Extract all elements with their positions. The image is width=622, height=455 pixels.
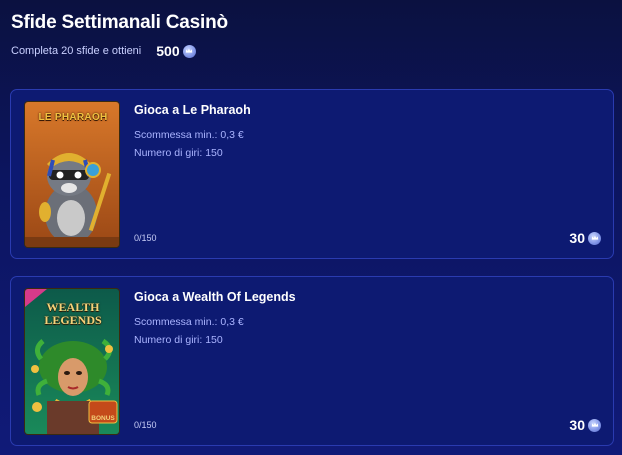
- challenge-title: Gioca a Wealth Of Legends: [134, 290, 296, 304]
- progress-text: 0/150: [134, 420, 157, 430]
- min-bet-text: Scommessa min.: 0,3 €: [134, 129, 244, 141]
- thumbnail-logo: LE PHARAOH: [38, 112, 108, 123]
- total-reward-value: 500: [156, 43, 180, 59]
- crown-coin-icon: [182, 44, 196, 58]
- challenge-card-le-pharaoh[interactable]: LE PHARAOH Gioca a Le Pharaoh Scommessa …: [10, 89, 614, 259]
- progress-text: 0/150: [134, 233, 157, 243]
- challenge-reward: 30: [569, 417, 601, 433]
- thumbnail-logo: WEALTH LEGENDS: [29, 301, 117, 327]
- crown-coin-icon: [588, 418, 601, 432]
- page-title: Sfide Settimanali Casinò: [11, 12, 228, 33]
- min-bet-text: Scommessa min.: 0,3 €: [134, 316, 244, 328]
- spins-text: Numero di giri: 150: [134, 147, 223, 159]
- reward-value: 30: [569, 417, 585, 433]
- subtitle-row: Completa 20 sfide e ottieni 500: [11, 43, 196, 59]
- spins-text: Numero di giri: 150: [134, 334, 223, 346]
- thumbnail-logo-line2: LEGENDS: [44, 313, 102, 327]
- total-reward: 500: [156, 43, 196, 59]
- crown-coin-icon: [588, 231, 601, 245]
- challenge-reward: 30: [569, 230, 601, 246]
- subtitle-text: Completa 20 sfide e ottieni: [11, 45, 142, 57]
- challenge-card-wealth-of-legends[interactable]: WEALTH LEGENDS BONUS Gioca a Wealth Of L…: [10, 276, 614, 446]
- challenge-title: Gioca a Le Pharaoh: [134, 103, 251, 117]
- thumbnail-bonus-badge: BONUS: [91, 415, 115, 422]
- page-header: Sfide Settimanali Casinò: [11, 12, 228, 34]
- game-thumbnail-le-pharaoh[interactable]: LE PHARAOH: [24, 101, 120, 248]
- game-thumbnail-wealth-of-legends[interactable]: WEALTH LEGENDS BONUS: [24, 288, 120, 435]
- reward-value: 30: [569, 230, 585, 246]
